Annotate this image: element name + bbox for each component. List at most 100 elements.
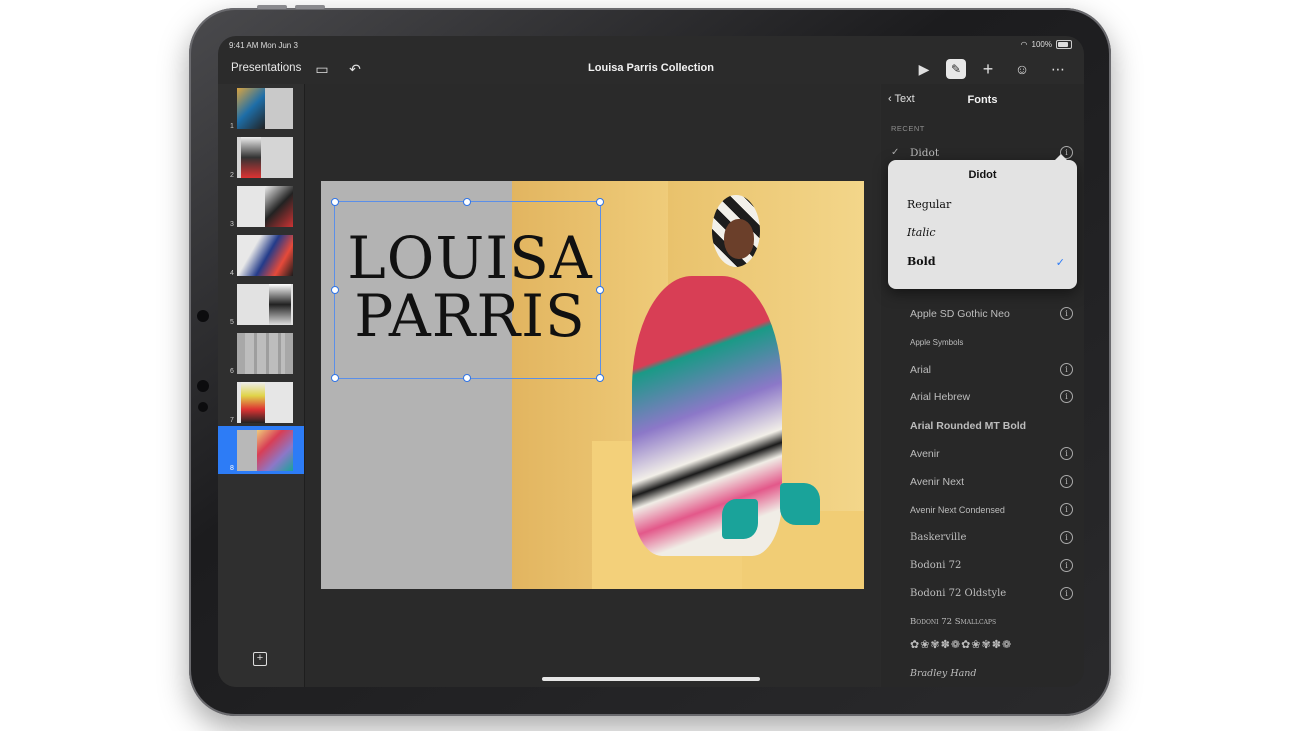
- thumbnail-photo: [257, 430, 293, 471]
- volume-button: [295, 5, 325, 9]
- side-sensor: [197, 380, 209, 392]
- slide-thumbnail[interactable]: 2: [218, 133, 304, 181]
- info-icon[interactable]: i: [1060, 447, 1073, 460]
- font-name: Bodoni 72 Smallcaps: [910, 617, 997, 627]
- font-name: Bodoni 72 Oldstyle: [910, 588, 1007, 599]
- section-label: RECENT: [891, 124, 925, 133]
- resize-handle[interactable]: [463, 374, 471, 382]
- slide-thumbnail-selected[interactable]: 8: [218, 426, 304, 474]
- style-bold[interactable]: Bold: [907, 255, 936, 268]
- info-icon[interactable]: i: [1060, 503, 1073, 516]
- slide-number: 3: [230, 221, 234, 228]
- play-icon[interactable]: ▶: [915, 60, 933, 78]
- typeface-popover: Didot Regular Italic Bold ✓: [888, 154, 1077, 289]
- thumbnail-image: [237, 430, 293, 471]
- photo-dress: [632, 276, 782, 556]
- resize-handle[interactable]: [331, 198, 339, 206]
- font-row[interactable]: Bodoni 72 Oldstyle i: [881, 581, 1084, 609]
- thumbnail-image: [237, 284, 293, 325]
- font-name: Arial: [910, 364, 932, 376]
- font-row[interactable]: Bradley Hand: [881, 662, 1084, 687]
- thumbnail-image: [237, 88, 293, 129]
- more-icon[interactable]: ⋯: [1049, 60, 1067, 78]
- font-row[interactable]: Apple SD Gothic Neo i: [881, 301, 1084, 329]
- font-name: Avenir Next: [910, 476, 965, 488]
- font-row[interactable]: Apple Symbols: [881, 329, 1084, 357]
- info-icon[interactable]: i: [1060, 307, 1073, 320]
- font-row[interactable]: Arial Rounded MT Bold: [881, 413, 1084, 441]
- slide-thumbnail[interactable]: 1: [218, 84, 304, 132]
- status-time: 9:41 AM Mon Jun 3: [229, 41, 298, 50]
- info-icon[interactable]: i: [1060, 559, 1073, 572]
- thumbnail-photo: [269, 284, 291, 325]
- collaborate-icon[interactable]: ☺: [1013, 60, 1031, 78]
- thumbnail-image: [237, 333, 293, 374]
- font-row[interactable]: Avenir Next i: [881, 469, 1084, 497]
- slide-number: 2: [230, 172, 234, 179]
- popover-title: Didot: [968, 169, 997, 181]
- slide-number: 7: [230, 417, 234, 424]
- wifi-icon: ◠: [1020, 40, 1028, 49]
- photo-face: [724, 219, 754, 259]
- font-row[interactable]: Arial Hebrew i: [881, 384, 1084, 412]
- thumbnail-photo: [245, 333, 285, 374]
- resize-handle[interactable]: [331, 374, 339, 382]
- thumbnail-photo: [265, 186, 293, 227]
- panel-title: Fonts: [967, 94, 998, 106]
- battery-percent: 100%: [1031, 40, 1052, 49]
- font-row[interactable]: Avenir i: [881, 441, 1084, 469]
- add-icon[interactable]: +: [979, 60, 997, 78]
- font-name: Bradley Hand: [910, 668, 977, 679]
- slide-thumbnail[interactable]: 7: [218, 378, 304, 426]
- add-slide-button[interactable]: +: [253, 652, 267, 666]
- info-icon[interactable]: i: [1060, 587, 1073, 600]
- selection-box: [334, 201, 601, 379]
- slide-navigator: 1 2 3 4 5 6 7 8 +: [218, 84, 305, 687]
- font-name: Apple Symbols: [910, 338, 964, 347]
- slide-thumbnail[interactable]: 6: [218, 329, 304, 377]
- info-icon[interactable]: i: [1060, 531, 1073, 544]
- thumbnail-image: [237, 235, 293, 276]
- info-icon[interactable]: i: [1060, 390, 1073, 403]
- side-sensor: [197, 310, 209, 322]
- font-name: Arial Rounded MT Bold: [910, 420, 1027, 432]
- font-row-dingbats[interactable]: ✿❀✾✽❁✿❀✾✽❁: [881, 634, 1084, 662]
- font-name: Avenir: [910, 448, 940, 460]
- style-regular[interactable]: Regular: [907, 198, 951, 211]
- font-row[interactable]: Baskerville i: [881, 525, 1084, 553]
- font-row[interactable]: Arial i: [881, 357, 1084, 385]
- slide-canvas: LOUISA PARRIS: [305, 84, 880, 687]
- photo-shoe: [780, 483, 820, 525]
- info-icon[interactable]: i: [1060, 475, 1073, 488]
- format-brush-icon[interactable]: ✎: [946, 59, 966, 79]
- screen: 9:41 AM Mon Jun 3 ◠ 100% Presentations ▭…: [218, 36, 1084, 687]
- slide-thumbnail[interactable]: 4: [218, 231, 304, 279]
- resize-handle[interactable]: [596, 286, 604, 294]
- current-slide[interactable]: LOUISA PARRIS: [321, 181, 864, 589]
- resize-handle[interactable]: [596, 374, 604, 382]
- home-indicator[interactable]: [542, 677, 760, 681]
- info-icon[interactable]: i: [1060, 363, 1073, 376]
- checkmark-icon: ✓: [891, 147, 900, 158]
- thumbnail-image: [237, 382, 293, 423]
- slide-thumbnail[interactable]: 5: [218, 280, 304, 328]
- slide-number: 5: [230, 319, 234, 326]
- thumbnail-image: [237, 137, 293, 178]
- side-sensor: [198, 402, 208, 412]
- font-row[interactable]: Avenir Next Condensed i: [881, 497, 1084, 525]
- resize-handle[interactable]: [463, 198, 471, 206]
- resize-handle[interactable]: [596, 198, 604, 206]
- font-row[interactable]: Bodoni 72 i: [881, 553, 1084, 581]
- slide-number: 6: [230, 368, 234, 375]
- style-italic[interactable]: Italic: [907, 226, 936, 239]
- slide-thumbnail[interactable]: 3: [218, 182, 304, 230]
- resize-handle[interactable]: [331, 286, 339, 294]
- photo-shoe: [722, 499, 758, 539]
- font-name: Bodoni 72: [910, 560, 962, 571]
- thumbnail-image: [237, 186, 293, 227]
- thumbnail-photo: [237, 88, 265, 129]
- font-row[interactable]: Bodoni 72 Smallcaps: [881, 609, 1084, 637]
- font-name: Arial Hebrew: [910, 391, 971, 403]
- toolbar: Presentations ▭ ↶ Louisa Parris Collecti…: [218, 54, 1084, 84]
- thumbnail-photo: [237, 235, 293, 276]
